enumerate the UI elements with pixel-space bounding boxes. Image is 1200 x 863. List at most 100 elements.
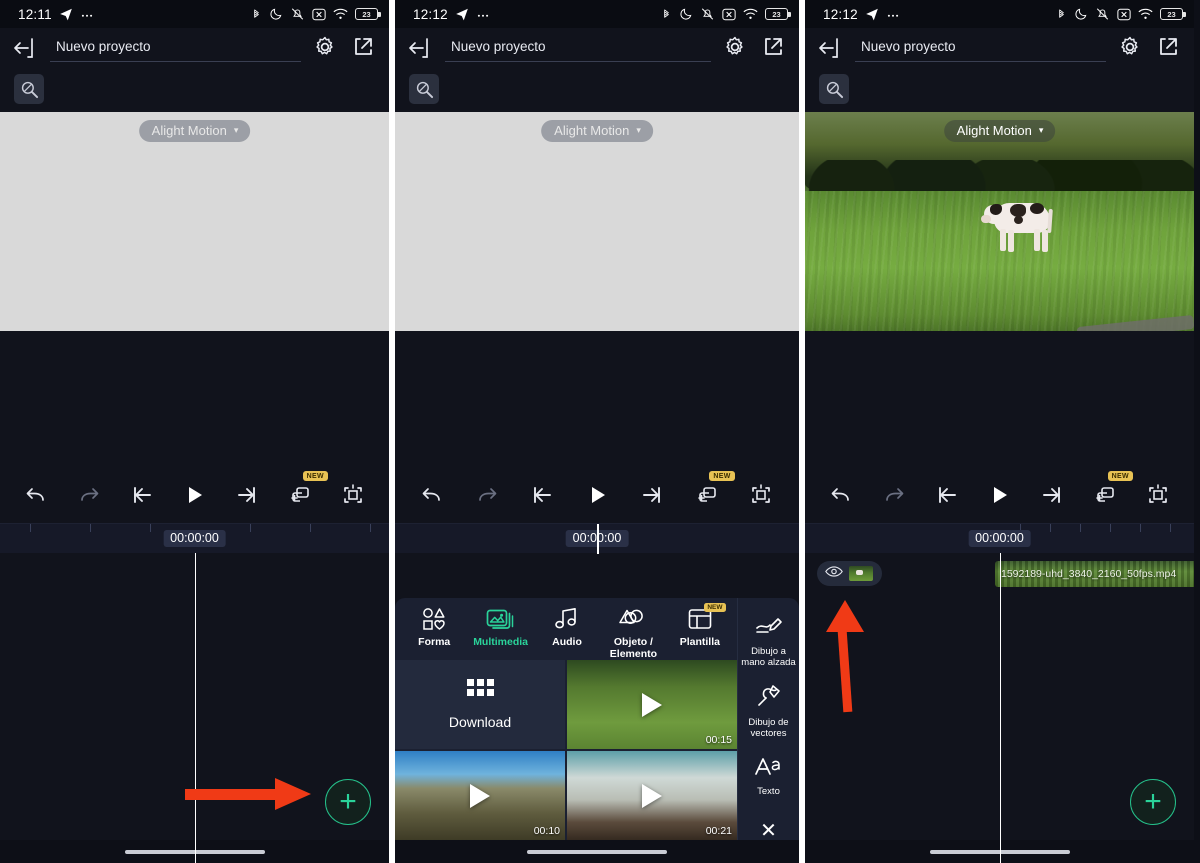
wifi-icon bbox=[743, 8, 758, 20]
skip-to-start-icon[interactable] bbox=[932, 480, 962, 510]
panel-1: 12:11 23 Nuevo proyecto Alight Motion ▾ … bbox=[0, 0, 389, 863]
app-header: Nuevo proyecto bbox=[0, 28, 389, 68]
media-item-snow[interactable]: 00:21 bbox=[567, 751, 737, 840]
gear-icon[interactable] bbox=[723, 35, 749, 61]
status-left: 12:12 bbox=[413, 7, 490, 22]
timeline-ruler[interactable]: 00:00:00 bbox=[395, 523, 799, 554]
tab-audio[interactable]: Audio bbox=[534, 606, 600, 649]
annotation-arrow-up bbox=[823, 600, 867, 713]
close-sheet-icon[interactable]: ✕ bbox=[760, 818, 777, 843]
playhead[interactable] bbox=[999, 553, 1002, 863]
add-layer-icon[interactable]: NEW bbox=[1090, 471, 1133, 510]
skip-to-start-icon[interactable] bbox=[127, 480, 157, 510]
add-layer-icon[interactable]: NEW bbox=[692, 471, 735, 510]
fit-frame-icon[interactable] bbox=[746, 480, 776, 510]
chevron-down-icon: ▾ bbox=[1038, 125, 1044, 135]
play-icon[interactable] bbox=[984, 480, 1014, 510]
add-media-fab[interactable]: + bbox=[325, 779, 371, 825]
timeline-track[interactable]: 1592189-uhd_3840_2160_50fps.mp4 + bbox=[805, 553, 1194, 863]
status-left: 12:12 bbox=[823, 7, 900, 22]
battery-indicator: 23 bbox=[765, 7, 791, 21]
canvas-toolbar bbox=[0, 68, 389, 112]
timeline-ruler[interactable]: 00:00:00 bbox=[0, 523, 389, 553]
tool-label: Dibujo a mano alzada bbox=[741, 646, 796, 668]
status-left: 12:11 bbox=[18, 7, 94, 22]
magnifier-icon[interactable] bbox=[14, 74, 44, 104]
tool-dibujo-de-vectores[interactable]: Dibujo de vectores bbox=[738, 677, 799, 746]
play-icon bbox=[642, 692, 662, 717]
battery-indicator: 23 bbox=[1160, 7, 1186, 21]
back-arrow-icon[interactable] bbox=[12, 35, 38, 61]
play-icon[interactable] bbox=[582, 480, 612, 510]
status-bar: 12:12 23 bbox=[395, 0, 799, 28]
play-icon bbox=[470, 783, 490, 808]
redo-icon[interactable] bbox=[879, 480, 909, 510]
export-icon[interactable] bbox=[1156, 35, 1182, 61]
magnifier-icon[interactable] bbox=[409, 74, 439, 104]
gear-icon[interactable] bbox=[313, 35, 339, 61]
tool-dibujo-a-mano-alzada[interactable]: Dibujo a mano alzada bbox=[738, 608, 799, 675]
tab-objeto-elemento[interactable]: Objeto / Elemento bbox=[600, 606, 666, 660]
fit-frame-icon[interactable] bbox=[1143, 480, 1173, 510]
play-icon[interactable] bbox=[179, 480, 209, 510]
back-arrow-icon[interactable] bbox=[817, 35, 843, 61]
gear-icon[interactable] bbox=[1118, 35, 1144, 61]
back-arrow-icon[interactable] bbox=[407, 35, 433, 61]
wifi-icon bbox=[1138, 8, 1153, 20]
redo-icon[interactable] bbox=[74, 480, 104, 510]
tool-texto[interactable]: Texto bbox=[752, 748, 786, 804]
vibrate-off-icon bbox=[290, 7, 305, 21]
fit-frame-icon[interactable] bbox=[338, 480, 368, 510]
timeline-ruler[interactable]: 00:00:00 bbox=[805, 523, 1194, 553]
undo-icon[interactable] bbox=[417, 480, 447, 510]
redo-icon[interactable] bbox=[472, 480, 502, 510]
cow-subject bbox=[980, 189, 1056, 255]
download-label: Download bbox=[448, 714, 512, 730]
skip-to-end-icon[interactable] bbox=[1037, 480, 1067, 510]
media-item-road[interactable]: 00:10 bbox=[395, 751, 565, 840]
tab-label: Multimedia bbox=[473, 636, 529, 648]
playhead[interactable] bbox=[194, 553, 197, 863]
play-icon bbox=[642, 783, 662, 808]
video-preview-canvas[interactable]: Alight Motion ▾ bbox=[395, 112, 799, 331]
export-icon[interactable] bbox=[351, 35, 377, 61]
dnd-moon-icon bbox=[679, 7, 693, 21]
battery-indicator: 23 bbox=[355, 7, 381, 21]
project-title[interactable]: Nuevo proyecto bbox=[445, 34, 711, 62]
layer-visibility-toggle[interactable] bbox=[817, 561, 882, 586]
project-title[interactable]: Nuevo proyecto bbox=[50, 34, 301, 62]
timeline-track[interactable]: + bbox=[0, 553, 389, 863]
magnifier-icon[interactable] bbox=[819, 74, 849, 104]
playhead[interactable] bbox=[597, 524, 599, 554]
current-time-badge: 00:00:00 bbox=[968, 530, 1031, 547]
layer-thumbnail bbox=[849, 566, 873, 581]
tab-multimedia[interactable]: Multimedia bbox=[467, 606, 533, 649]
timeline-clip[interactable]: 1592189-uhd_3840_2160_50fps.mp4 bbox=[995, 561, 1194, 587]
grid-dots-icon bbox=[466, 679, 494, 696]
download-tile[interactable]: Download bbox=[395, 660, 565, 749]
tab-forma[interactable]: Forma bbox=[401, 606, 467, 649]
add-layer-icon[interactable]: NEW bbox=[285, 471, 328, 510]
video-preview-canvas[interactable]: Alight Motion ▾ bbox=[805, 112, 1194, 331]
export-icon[interactable] bbox=[761, 35, 787, 61]
tab-label: Audio bbox=[552, 636, 582, 648]
cow-field-frame bbox=[805, 112, 1194, 331]
telegram-icon bbox=[865, 7, 879, 21]
undo-icon[interactable] bbox=[826, 480, 856, 510]
canvas-toolbar bbox=[395, 68, 799, 112]
project-title[interactable]: Nuevo proyecto bbox=[855, 34, 1106, 62]
tab-plantilla[interactable]: NEW Plantilla bbox=[667, 603, 733, 649]
more-icon bbox=[80, 7, 94, 21]
video-preview-canvas[interactable]: Alight Motion ▾ bbox=[0, 112, 389, 331]
skip-to-end-icon[interactable] bbox=[232, 480, 262, 510]
tool-label: Texto bbox=[757, 785, 780, 797]
skip-to-end-icon[interactable] bbox=[637, 480, 667, 510]
watermark-badge[interactable]: Alight Motion ▾ bbox=[138, 120, 251, 142]
media-item-cow[interactable]: 00:15 bbox=[567, 660, 737, 749]
skip-to-start-icon[interactable] bbox=[527, 480, 557, 510]
undo-icon[interactable] bbox=[21, 480, 51, 510]
add-media-fab[interactable]: + bbox=[1130, 779, 1176, 825]
watermark-badge[interactable]: Alight Motion ▾ bbox=[943, 120, 1056, 142]
watermark-badge[interactable]: Alight Motion ▾ bbox=[541, 120, 653, 142]
new-badge: NEW bbox=[703, 603, 727, 612]
